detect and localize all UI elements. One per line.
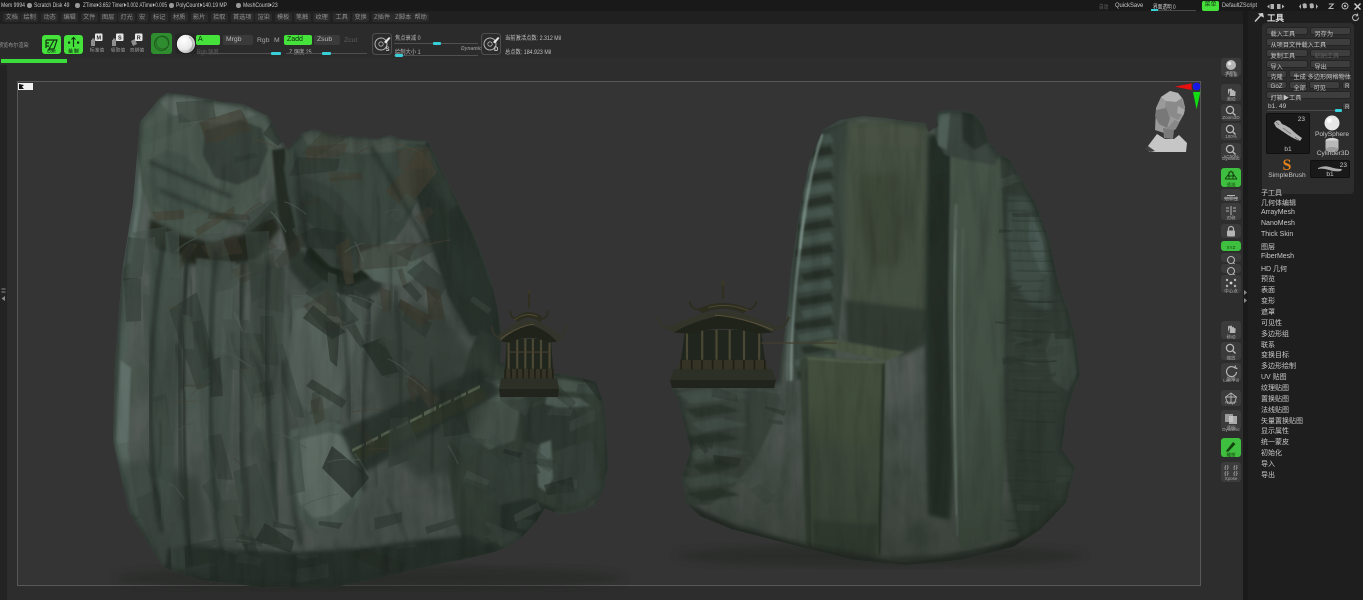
svg-text:吸取值: 吸取值	[111, 47, 126, 54]
svg-text:D: D	[494, 47, 499, 53]
svg-text:b1: b1	[1284, 146, 1292, 153]
svg-text:R: R	[137, 36, 141, 42]
svg-text:S: S	[386, 47, 390, 53]
svg-text:Edit: Edit	[47, 49, 56, 54]
svg-text:PolySphere: PolySphere	[1315, 131, 1349, 138]
svg-text:绘 制: 绘 制	[68, 48, 79, 55]
svg-text:S: S	[118, 36, 122, 42]
svg-text:标准值: 标准值	[90, 47, 105, 54]
svg-text:23: 23	[1340, 162, 1348, 169]
svg-text:M: M	[97, 36, 102, 42]
svg-text:双绑值: 双绑值	[130, 47, 145, 54]
svg-text:23: 23	[1298, 116, 1306, 123]
svg-text:b1: b1	[1326, 171, 1334, 178]
